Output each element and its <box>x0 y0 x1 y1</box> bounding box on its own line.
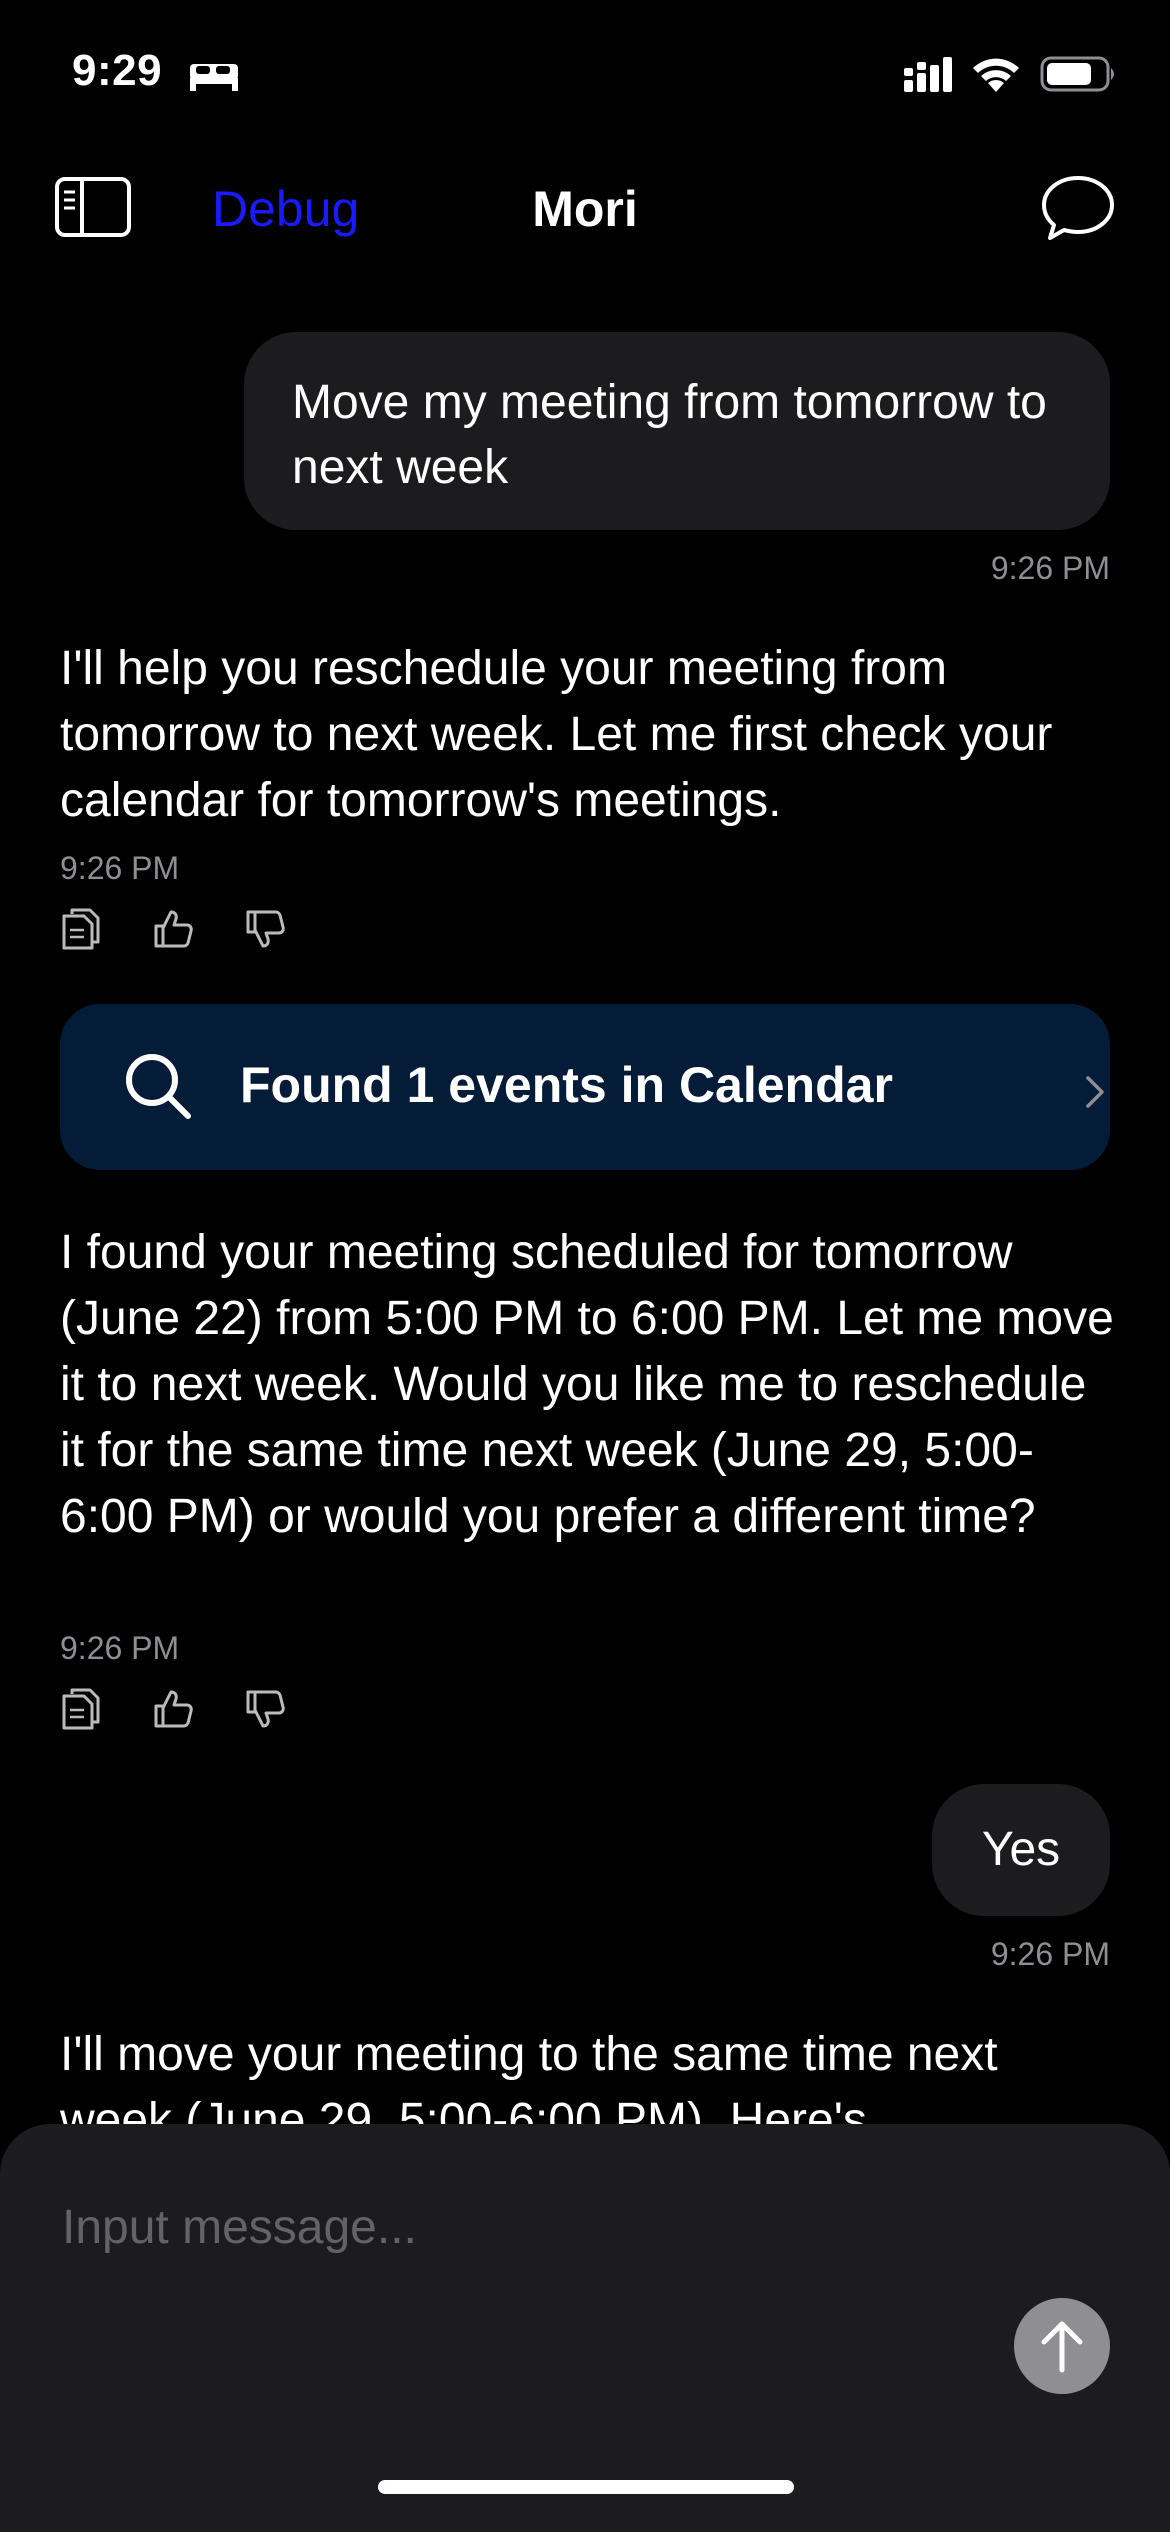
tool-result-label: Found 1 events in Calendar <box>240 1057 893 1113</box>
thumbs-up-icon[interactable] <box>152 1686 194 1732</box>
copy-icon[interactable] <box>60 1686 102 1732</box>
message-timestamp: 9:26 PM <box>990 1936 1110 1972</box>
user-message-bubble: Move my meeting from tomorrow to next we… <box>244 332 1110 530</box>
chevron-right-icon <box>1086 1076 1104 1108</box>
send-button[interactable] <box>1014 2298 1110 2394</box>
chat-bubble-icon[interactable] <box>1040 174 1116 242</box>
battery-icon <box>1040 56 1114 92</box>
message-composer <box>0 2124 1170 2532</box>
message-input[interactable] <box>60 2186 964 2268</box>
message-timestamp: 9:26 PM <box>60 850 180 886</box>
signal-icon <box>904 57 952 92</box>
search-icon <box>126 1054 191 1119</box>
thumbs-up-icon[interactable] <box>152 906 194 952</box>
tool-result-card[interactable]: Found 1 events in Calendar <box>60 1004 1110 1170</box>
user-message-bubble: Yes <box>932 1784 1110 1916</box>
assistant-message: I'll help you reschedule your meeting fr… <box>60 642 1053 827</box>
arrow-up-icon <box>1041 2321 1083 2373</box>
message-timestamp: 9:26 PM <box>60 1630 180 1666</box>
copy-icon[interactable] <box>60 906 102 952</box>
home-indicator <box>378 2480 794 2494</box>
assistant-message: I found your meeting scheduled for tomor… <box>60 1226 1114 1543</box>
message-actions <box>60 1686 286 1736</box>
thumbs-down-icon[interactable] <box>244 906 286 952</box>
thumbs-down-icon[interactable] <box>244 1686 286 1732</box>
message-text: Move my meeting from tomorrow to next we… <box>292 376 1047 494</box>
wifi-icon <box>973 58 1019 92</box>
status-time: 9:29 <box>72 46 163 95</box>
page-title: Mori <box>532 181 638 237</box>
message-text: Yes <box>981 1823 1061 1876</box>
message-timestamp: 9:26 PM <box>990 550 1110 586</box>
message-actions <box>60 906 286 956</box>
bed-icon <box>190 64 238 91</box>
